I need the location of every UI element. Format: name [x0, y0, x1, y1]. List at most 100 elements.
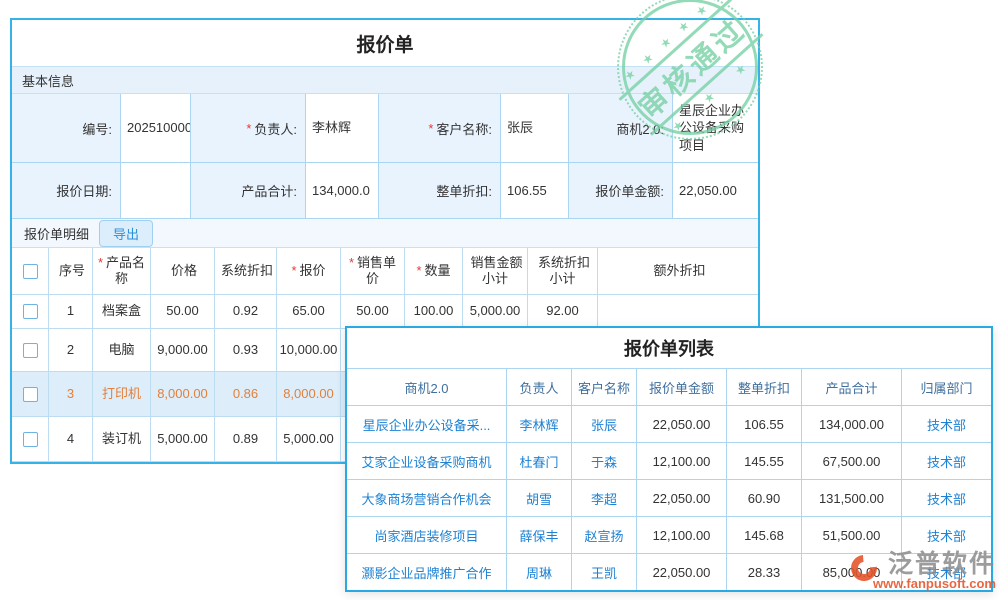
cell-product[interactable]: 打印机 [93, 372, 151, 417]
list-col-header[interactable]: 商机2.0 [347, 368, 507, 406]
list-cell-dept[interactable]: 技术部 [902, 553, 991, 590]
cell-sys-discount[interactable]: 0.86 [215, 372, 277, 417]
list-cell-owner[interactable]: 杜春门 [507, 442, 572, 479]
list-cell-dept[interactable]: 技术部 [902, 516, 991, 553]
col-header-sys-discount: 系统折扣 [215, 248, 277, 295]
list-cell-customer[interactable]: 王凯 [572, 553, 637, 590]
list-cell-amount: 22,050.00 [637, 479, 727, 516]
col-header-sysdisc-subtotal: 系统折扣小计 [528, 248, 598, 295]
cell-seq: 1 [49, 295, 93, 329]
row-checkbox-cell [12, 372, 49, 417]
list-cell-amount: 12,100.00 [637, 516, 727, 553]
cell-quote[interactable]: 8,000.00 [277, 372, 341, 417]
cell-price[interactable]: 50.00 [151, 295, 215, 329]
cell-sysdisc-subtotal: 92.00 [528, 295, 598, 329]
list-cell-dept[interactable]: 技术部 [902, 479, 991, 516]
basic-info-section-header: 基本信息 [12, 66, 758, 94]
row-checkbox[interactable] [23, 432, 38, 447]
cell-price[interactable]: 5,000.00 [151, 417, 215, 462]
field-label-quote-amount: 报价单金额: [569, 163, 673, 219]
field-value-product-total[interactable]: 134,000.0 [306, 163, 379, 219]
list-cell-total: 131,500.00 [802, 479, 902, 516]
list-cell-amount: 12,100.00 [637, 442, 727, 479]
detail-section-label: 报价单明细 [24, 224, 89, 243]
cell-qty[interactable]: 100.00 [405, 295, 463, 329]
cell-sys-discount[interactable]: 0.93 [215, 329, 277, 372]
cell-price[interactable]: 8,000.00 [151, 372, 215, 417]
col-header-sale-price: *销售单价 [341, 248, 405, 295]
list-col-header[interactable]: 整单折扣 [727, 368, 802, 406]
cell-quote[interactable]: 65.00 [277, 295, 341, 329]
list-cell-opportunity[interactable]: 艾家企业设备采购商机 [347, 442, 507, 479]
cell-extra-discount[interactable] [598, 295, 758, 329]
field-value-order-discount[interactable]: 106.55 [501, 163, 569, 219]
col-header-price: 价格 [151, 248, 215, 295]
row-checkbox-cell [12, 417, 49, 462]
col-header-qty: *数量 [405, 248, 463, 295]
required-marker: * [428, 121, 433, 136]
list-cell-total: 67,500.00 [802, 442, 902, 479]
cell-quote[interactable]: 5,000.00 [277, 417, 341, 462]
cell-product[interactable]: 档案盒 [93, 295, 151, 329]
list-cell-owner[interactable]: 李林辉 [507, 405, 572, 442]
field-value-quote-date[interactable] [121, 163, 191, 219]
row-checkbox-cell [12, 329, 49, 372]
col-header-sale-subtotal: 销售金额小计 [463, 248, 528, 295]
list-cell-customer[interactable]: 李超 [572, 479, 637, 516]
list-col-header[interactable]: 负责人 [507, 368, 572, 406]
field-value-opportunity[interactable]: 星辰企业办公设备采购项目 [673, 94, 758, 163]
list-cell-opportunity[interactable]: 灏影企业品牌推广合作 [347, 553, 507, 590]
list-col-header[interactable]: 产品合计 [802, 368, 902, 406]
field-label-order-discount: 整单折扣: [379, 163, 501, 219]
cell-sys-discount[interactable]: 0.92 [215, 295, 277, 329]
row-checkbox[interactable] [23, 343, 38, 358]
export-button[interactable]: 导出 [99, 220, 153, 247]
cell-sale-subtotal: 5,000.00 [463, 295, 528, 329]
list-col-header[interactable]: 客户名称 [572, 368, 637, 406]
detail-section-header: 报价单明细 导出 [12, 219, 758, 248]
cell-quote[interactable]: 10,000.00 [277, 329, 341, 372]
field-label-owner: *负责人: [191, 94, 306, 163]
row-checkbox[interactable] [23, 304, 38, 319]
cell-sys-discount[interactable]: 0.89 [215, 417, 277, 462]
list-col-header[interactable]: 归属部门 [902, 368, 991, 406]
list-cell-amount: 22,050.00 [637, 553, 727, 590]
list-cell-opportunity[interactable]: 星辰企业办公设备采... [347, 405, 507, 442]
list-col-header[interactable]: 报价单金额 [637, 368, 727, 406]
list-cell-discount: 145.55 [727, 442, 802, 479]
cell-product[interactable]: 电脑 [93, 329, 151, 372]
list-cell-customer[interactable]: 赵宣扬 [572, 516, 637, 553]
row-checkbox[interactable] [23, 387, 38, 402]
list-cell-total: 85,000.00 [802, 553, 902, 590]
field-value-quote-amount[interactable]: 22,050.00 [673, 163, 758, 219]
field-label-code: 编号: [12, 94, 121, 163]
field-value-customer[interactable]: 张辰 [501, 94, 569, 163]
col-header-seq: 序号 [49, 248, 93, 295]
cell-price[interactable]: 9,000.00 [151, 329, 215, 372]
list-title: 报价单列表 [347, 328, 991, 368]
list-cell-customer[interactable]: 于森 [572, 442, 637, 479]
list-cell-dept[interactable]: 技术部 [902, 442, 991, 479]
list-cell-owner[interactable]: 周琳 [507, 553, 572, 590]
list-cell-dept[interactable]: 技术部 [902, 405, 991, 442]
col-header-quote: *报价 [277, 248, 341, 295]
list-cell-discount: 60.90 [727, 479, 802, 516]
list-cell-customer[interactable]: 张辰 [572, 405, 637, 442]
col-header-extra-discount: 额外折扣 [598, 248, 758, 295]
field-label-product-total: 产品合计: [191, 163, 306, 219]
list-cell-opportunity[interactable]: 尚家酒店装修项目 [347, 516, 507, 553]
list-cell-owner[interactable]: 薛保丰 [507, 516, 572, 553]
cell-seq: 3 [49, 372, 93, 417]
field-label-quote-date: 报价日期: [12, 163, 121, 219]
list-cell-owner[interactable]: 胡雪 [507, 479, 572, 516]
list-cell-total: 51,500.00 [802, 516, 902, 553]
list-cell-discount: 28.33 [727, 553, 802, 590]
field-value-code[interactable]: 2025100005 [121, 94, 191, 163]
select-all-checkbox[interactable] [23, 264, 38, 279]
cell-sale-price[interactable]: 50.00 [341, 295, 405, 329]
cell-product[interactable]: 装订机 [93, 417, 151, 462]
list-cell-opportunity[interactable]: 大象商场营销合作机会 [347, 479, 507, 516]
quotation-list-table: 商机2.0 负责人 客户名称 报价单金额 整单折扣 产品合计 归属部门 星辰企业… [347, 368, 991, 590]
field-value-owner[interactable]: 李林辉 [306, 94, 379, 163]
cell-seq: 2 [49, 329, 93, 372]
